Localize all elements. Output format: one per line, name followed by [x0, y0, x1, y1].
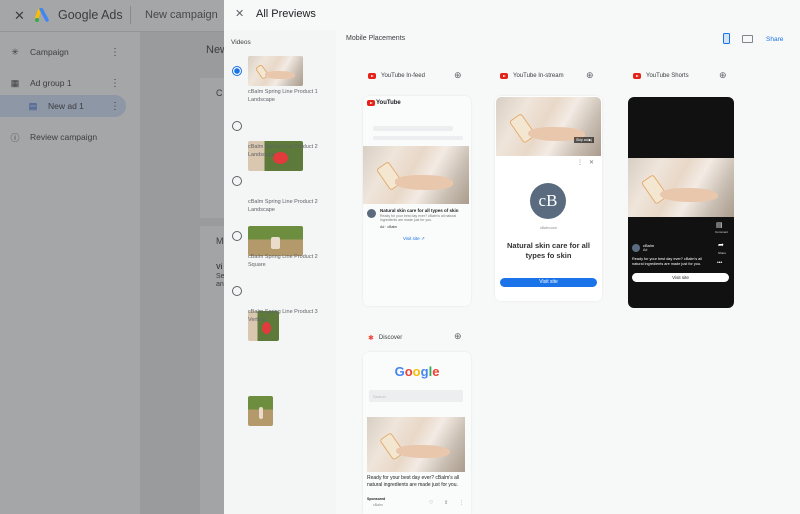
channel-avatar [632, 244, 640, 252]
share-icon[interactable]: ⇪ [444, 500, 448, 506]
visit-site-button[interactable]: Visit site [500, 278, 597, 287]
sidebar-item-label: Ad group 1 [30, 78, 72, 88]
ad-video[interactable] [363, 146, 469, 204]
close-icon[interactable]: ✕ [14, 8, 25, 24]
ad-headline: Natural skin care for all types of skin [380, 208, 459, 213]
page-title: New campaign [145, 9, 218, 21]
discover-icon: ✱ [368, 335, 374, 342]
app-name: Google Ads [58, 8, 123, 22]
sidebar-item-new-ad[interactable]: ▤ New ad 1 ⋮ [0, 95, 126, 117]
sponsored-label: Sponsored [367, 497, 386, 501]
instream-label: YouTube In-stream [500, 73, 564, 79]
ad-video[interactable] [496, 97, 601, 156]
panel-title: All Previews [256, 8, 316, 20]
share-button[interactable]: Share [766, 36, 783, 43]
sidebar-item-review[interactable]: ⓘ Review campaign [0, 126, 126, 148]
youtube-logo: YouTube [367, 100, 401, 106]
advertiser-name: cBalm [373, 503, 383, 507]
infeed-label: YouTube In-feed [368, 73, 425, 79]
ad-headline: Natural skin care for all types fo skin [507, 241, 590, 260]
mobile-device-icon[interactable] [723, 33, 730, 44]
sidebar-item-label: Review campaign [30, 132, 98, 142]
share-label: Share [718, 251, 727, 255]
video-radio[interactable] [232, 66, 242, 76]
bg-card-text: C [216, 88, 223, 98]
share-icon[interactable]: ➦ [718, 241, 724, 249]
video-caption: cBalm Spring Line Product 2 Landscape [248, 199, 318, 213]
visit-site-button[interactable]: Visit site [632, 273, 729, 282]
divider [130, 6, 131, 24]
visit-site-link[interactable]: Visit site ↗ [403, 236, 425, 242]
bg-section-text: M [216, 236, 224, 246]
shorts-preview: ▤ Comment ➦ Share ••• cBalm Ad Ready for… [628, 97, 734, 308]
ad-video[interactable] [628, 158, 734, 217]
discover-preview: Google Search Ready for your best day ev… [363, 352, 471, 514]
video-radio[interactable] [232, 286, 242, 296]
zoom-in-icon[interactable]: ⊕ [454, 70, 462, 81]
youtube-icon [368, 73, 376, 79]
placements-label: Mobile Placements [346, 35, 406, 42]
bg-text: an [216, 281, 224, 288]
desktop-device-icon[interactable] [742, 35, 753, 43]
bg-text: Vi [216, 264, 223, 271]
discover-label: ✱ Discover [368, 335, 403, 342]
advertiser-avatar [367, 209, 376, 218]
more-icon[interactable]: ⋮ [110, 47, 120, 58]
sidebar-item-ad-group[interactable]: ▦ Ad group 1 ⋮ [0, 72, 126, 94]
campaign-icon: ✳ [11, 46, 19, 57]
video-caption: cBalm Spring Line Product 3 Vertical [248, 309, 318, 323]
close-icon[interactable]: ✕ [589, 159, 594, 166]
more-icon[interactable]: ••• [717, 260, 722, 266]
video-thumbnail[interactable] [248, 226, 303, 256]
comment-icon[interactable]: ▤ [716, 221, 723, 229]
ad-image[interactable] [367, 417, 465, 472]
grid-icon: ▦ [10, 77, 20, 88]
sidebar-item-label: New ad 1 [48, 101, 84, 111]
video-radio[interactable] [232, 176, 242, 186]
youtube-icon [500, 73, 508, 79]
youtube-icon [633, 73, 641, 79]
heart-icon[interactable]: ♡ [429, 500, 433, 506]
video-radio[interactable] [232, 121, 242, 131]
google-logo: Google [394, 364, 440, 379]
ad-description: Ready for your best day ever? cBalm's al… [632, 257, 702, 266]
close-previews-button[interactable]: ✕ [235, 7, 244, 20]
video-caption: cBalm Spring Line Product 2 Square [248, 254, 318, 268]
video-thumbnail[interactable] [248, 56, 303, 86]
comment-label: Comment [715, 230, 729, 234]
search-input[interactable]: Search [369, 390, 463, 402]
ad-description: Ready for your best day ever? cBalm's al… [380, 214, 457, 222]
ad-description: Ready for your best day ever? cBalm's al… [367, 475, 460, 488]
more-icon[interactable]: ⋮ [577, 159, 583, 166]
instream-preview: Skip ad ▶| ⋮ ✕ cB cBalm.com Natural skin… [495, 96, 602, 301]
more-icon[interactable]: ⋮ [110, 78, 120, 89]
more-icon[interactable]: ⋮ [110, 101, 120, 112]
zoom-in-icon[interactable]: ⊕ [586, 70, 594, 81]
videos-label: Videos [231, 39, 251, 46]
infeed-preview: YouTube Natural skin care for all types … [363, 96, 471, 306]
info-icon: ⓘ [10, 132, 20, 143]
video-caption: cBalm Spring Line Product 2 Landscape [248, 144, 318, 158]
sidebar-item-campaign[interactable]: ✳ Campaign ⋮ [0, 41, 126, 63]
shorts-label: YouTube Shorts [633, 73, 689, 79]
video-radio[interactable] [232, 231, 242, 241]
brand-logo: cB [530, 183, 566, 219]
more-icon[interactable]: ⋮ [459, 500, 464, 506]
video-caption: cBalm Spring Line Product 1 Landscape [248, 89, 318, 103]
advertiser-domain: cBalm.com [539, 226, 558, 230]
skip-ad-button[interactable]: Skip ad ▶| [574, 137, 595, 143]
zoom-in-icon[interactable]: ⊕ [454, 331, 462, 342]
ad-icon: ▤ [28, 100, 38, 111]
bg-card [200, 78, 224, 218]
sidebar-item-label: Campaign [30, 47, 69, 57]
google-ads-logo [34, 7, 49, 22]
zoom-in-icon[interactable]: ⊕ [719, 70, 727, 81]
video-thumbnail[interactable] [248, 396, 273, 426]
ad-badge: Ad [643, 248, 648, 252]
ad-badge: Ad [380, 225, 385, 229]
advertiser-name: cBalm [387, 225, 398, 229]
